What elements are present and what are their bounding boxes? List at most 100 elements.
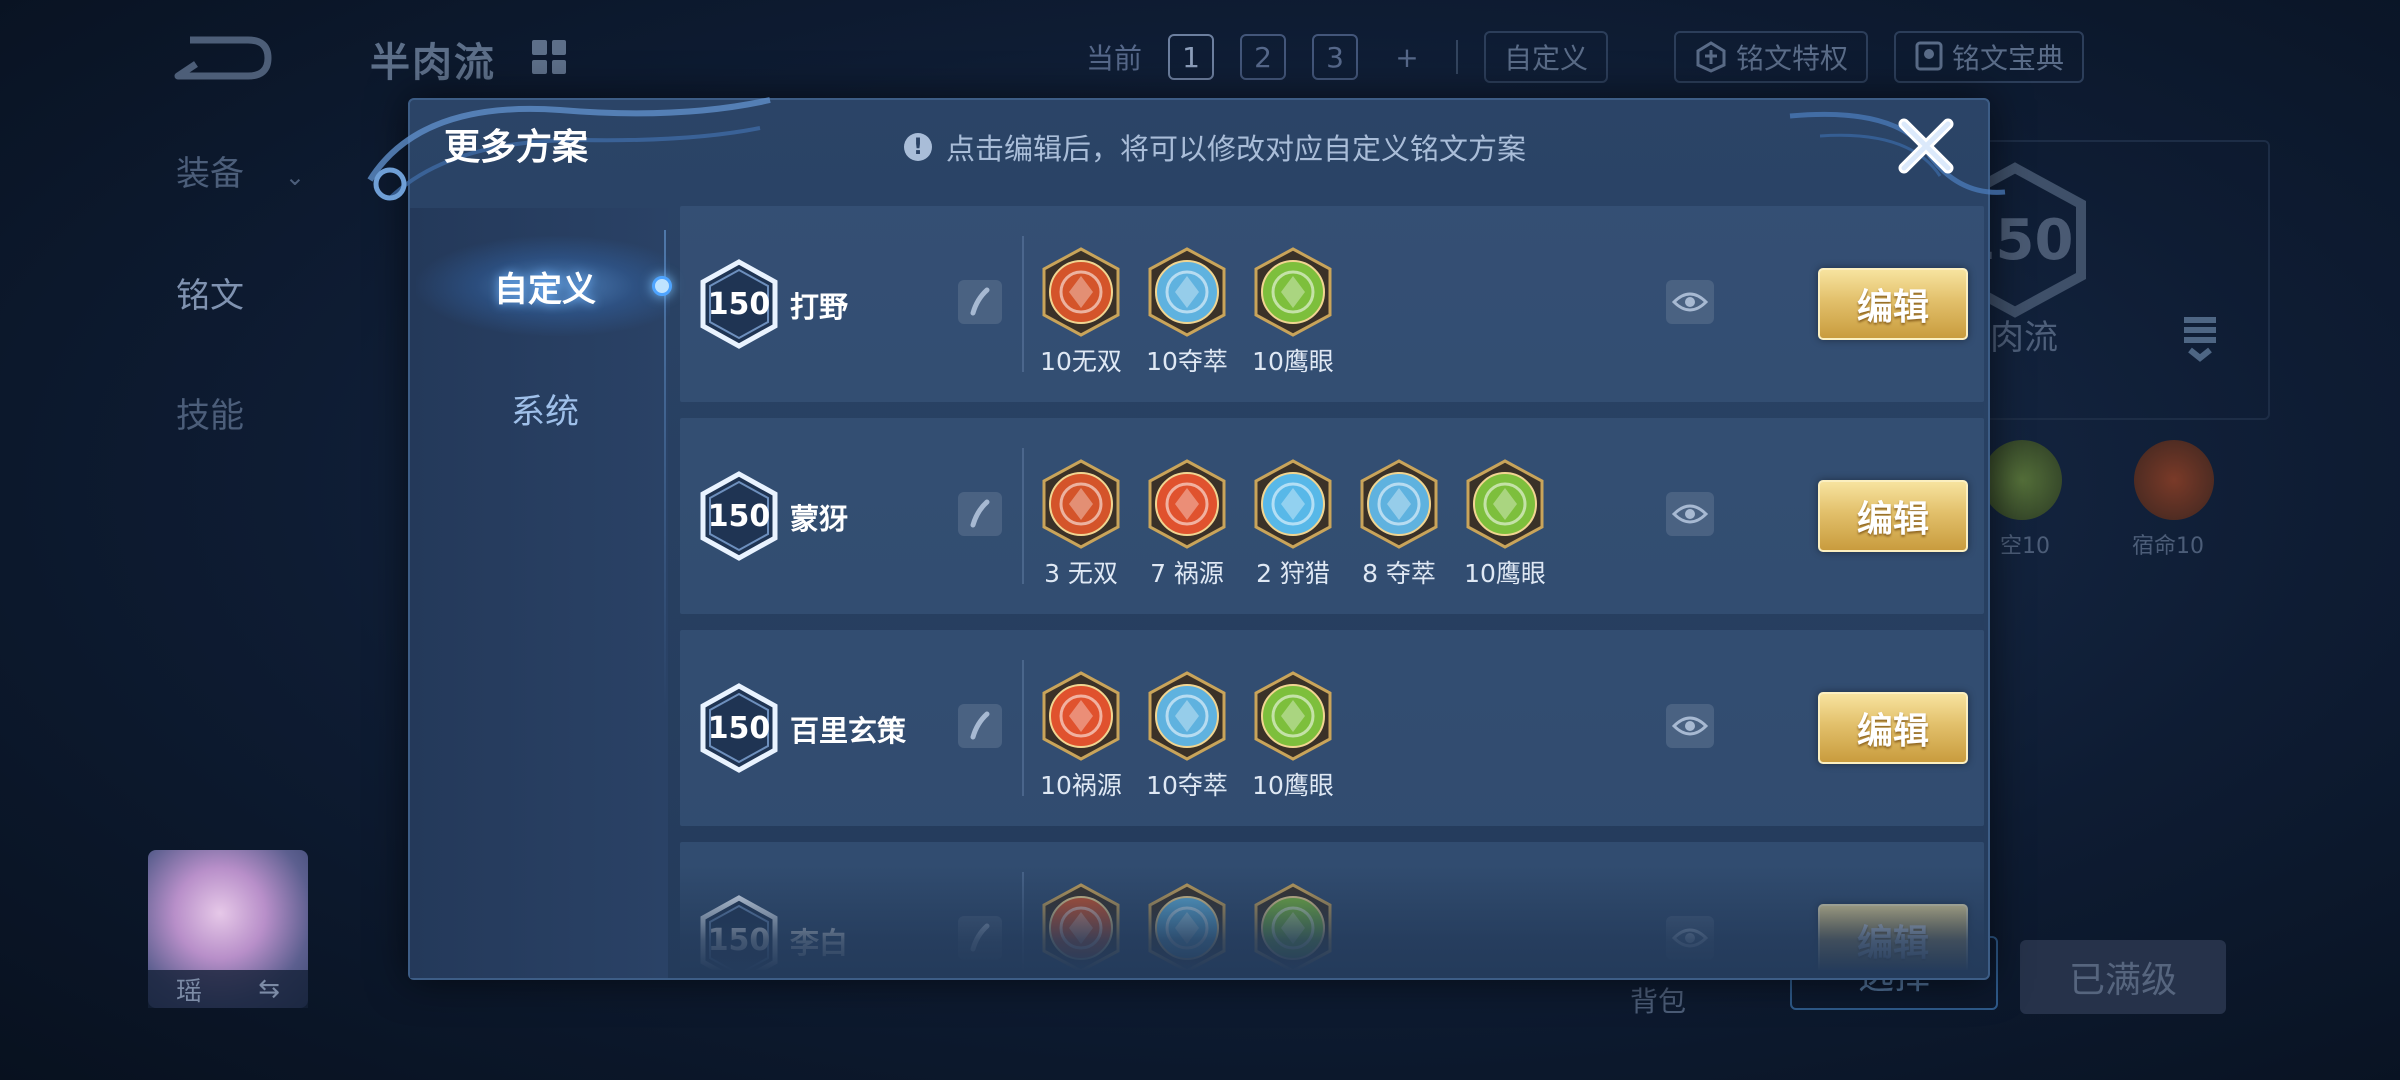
rune-red-icon: [1148, 459, 1226, 549]
rune-red-icon: [1042, 459, 1120, 549]
level-value: 150: [707, 286, 771, 322]
rune-label: 10夺萃: [1146, 771, 1228, 800]
edit-button[interactable]: 编辑: [1818, 480, 1968, 552]
rune-red-icon: [1042, 671, 1120, 761]
top-bar: 当前 1 2 3 + 自定义 铭文特权 铭文宝典: [1086, 31, 2085, 83]
rune-label: 8 夺萃: [1362, 559, 1436, 588]
edit-button[interactable]: 编辑: [1818, 268, 1968, 340]
rune-blue-icon: [1148, 247, 1226, 337]
tab-system[interactable]: 系统: [420, 384, 670, 433]
preview-button[interactable]: [1666, 492, 1714, 536]
preview-button[interactable]: [1666, 280, 1714, 324]
rune-item: 8 夺萃: [1358, 458, 1440, 590]
rune-label: 10鹰眼: [1252, 771, 1334, 800]
hint-text: 点击编辑后，将可以修改对应自定义铭文方案: [946, 132, 1527, 166]
rune-green-icon: [1466, 459, 1544, 549]
current-label: 当前: [1086, 42, 1143, 75]
rune-red-icon: [1042, 247, 1120, 337]
rune-list: 10祸源 10夺萃 10鹰眼: [1040, 670, 1334, 802]
level-badge: 150: [698, 258, 780, 350]
privilege-label: 铭文特权: [1736, 42, 1849, 75]
rune-item: 10祸源: [1040, 670, 1122, 802]
rune-red-icon: [2134, 440, 2214, 520]
rename-button[interactable]: [958, 280, 1002, 324]
rune-item: 10夺萃: [1146, 246, 1228, 378]
page-tab-2[interactable]: 2: [1240, 34, 1287, 80]
edit-button[interactable]: 编辑: [1818, 692, 1968, 764]
pen-icon: [970, 499, 990, 528]
level-badge: 150: [698, 682, 780, 774]
add-page-button[interactable]: +: [1384, 34, 1430, 80]
rune-item: 10鹰眼: [1252, 246, 1334, 378]
row-divider: [1022, 448, 1024, 584]
scheme-name: 百里玄策: [790, 714, 907, 748]
rune-item: 10鹰眼: [1252, 670, 1334, 802]
back-arrow-icon[interactable]: [168, 30, 278, 84]
preview-rune-label-2: 宿命10: [2132, 534, 2204, 559]
preview-rune-label-1: 空10: [2000, 534, 2050, 559]
level-value: 150: [707, 710, 771, 746]
grid-icon[interactable]: [532, 40, 566, 74]
rune-item: 7 祸源: [1146, 458, 1228, 590]
edit-label: 编辑: [1856, 499, 1929, 540]
scheme-row-1: 150 打野 10无双 10夺萃 10鹰眼 编辑: [680, 206, 1984, 402]
nav-runes[interactable]: 铭文: [176, 268, 244, 317]
info-icon: !: [904, 133, 932, 161]
rune-label: 10鹰眼: [1464, 559, 1546, 588]
codex-button[interactable]: 铭文宝典: [1894, 31, 2085, 83]
swap-icon[interactable]: ⇆: [258, 974, 280, 1004]
maxed-button: 已满级: [2020, 940, 2226, 1014]
rune-blue-icon: [1148, 671, 1226, 761]
privilege-button[interactable]: 铭文特权: [1674, 31, 1869, 83]
close-icon[interactable]: [1892, 112, 1960, 180]
row-divider: [1022, 660, 1024, 796]
scheme-name: 蒙犽: [790, 502, 849, 536]
rune-item: 3 无双: [1040, 458, 1122, 590]
rune-label: 10无双: [1040, 347, 1122, 376]
page-tab-3[interactable]: 3: [1312, 34, 1359, 80]
preview-title: 肉流: [1990, 318, 2058, 358]
level-badge: 150: [698, 470, 780, 562]
bag-label[interactable]: 背包: [1630, 980, 1686, 1020]
rune-green-icon: [1254, 247, 1332, 337]
rune-list: 3 无双 7 祸源 2 狩猎 8 夺萃 10鹰眼: [1040, 458, 1546, 590]
rename-button[interactable]: [958, 704, 1002, 748]
nav-equipment[interactable]: 装备 ⌄: [176, 146, 305, 195]
rune-label: 10祸源: [1040, 771, 1122, 800]
rename-button[interactable]: [958, 492, 1002, 536]
list-fade-overlay: [680, 866, 1984, 972]
dialog-hint: ! 点击编辑后，将可以修改对应自定义铭文方案: [904, 126, 1526, 168]
scheme-row-2: 150 蒙犽 3 无双 7 祸源 2 狩猎 8 夺萃 10鹰眼 编辑: [680, 418, 1984, 614]
chevron-down-icon: ⌄: [284, 163, 305, 191]
rune-item: 10夺萃: [1146, 670, 1228, 802]
eye-icon: [1672, 292, 1708, 312]
hero-name-bar: 瑶 ⇆: [148, 970, 308, 1008]
rune-label: 3 无双: [1044, 559, 1118, 588]
hero-name: 瑶: [176, 976, 203, 1007]
rune-green-icon: [1254, 671, 1332, 761]
tab-custom[interactable]: 自定义: [420, 262, 670, 311]
divider: [1456, 40, 1459, 74]
edit-label: 编辑: [1856, 711, 1929, 752]
edit-label: 编辑: [1856, 287, 1929, 328]
preview-button[interactable]: [1666, 704, 1714, 748]
nav-skills[interactable]: 技能: [176, 388, 244, 437]
level-value: 150: [707, 498, 771, 534]
eye-icon: [1672, 504, 1708, 524]
rune-label: 2 狩猎: [1256, 559, 1330, 588]
pen-icon: [970, 711, 990, 740]
rune-green-icon: [1982, 440, 2062, 520]
custom-button[interactable]: 自定义: [1484, 31, 1609, 83]
page-tab-1[interactable]: 1: [1168, 34, 1215, 80]
rune-item: 2 狩猎: [1252, 458, 1334, 590]
rune-label: 10夺萃: [1146, 347, 1228, 376]
rune-label: 10鹰眼: [1252, 347, 1334, 376]
codex-label: 铭文宝典: [1952, 42, 2065, 75]
stack-icon[interactable]: [2180, 312, 2220, 362]
dialog-title: 更多方案: [444, 127, 589, 168]
row-divider: [1022, 236, 1024, 372]
maxed-label: 已满级: [2068, 960, 2177, 1001]
scheme-row-3: 150 百里玄策 10祸源 10夺萃 10鹰眼 编辑: [680, 630, 1984, 826]
rune-blue-icon: [1360, 459, 1438, 549]
custom-label: 自定义: [1504, 42, 1589, 75]
